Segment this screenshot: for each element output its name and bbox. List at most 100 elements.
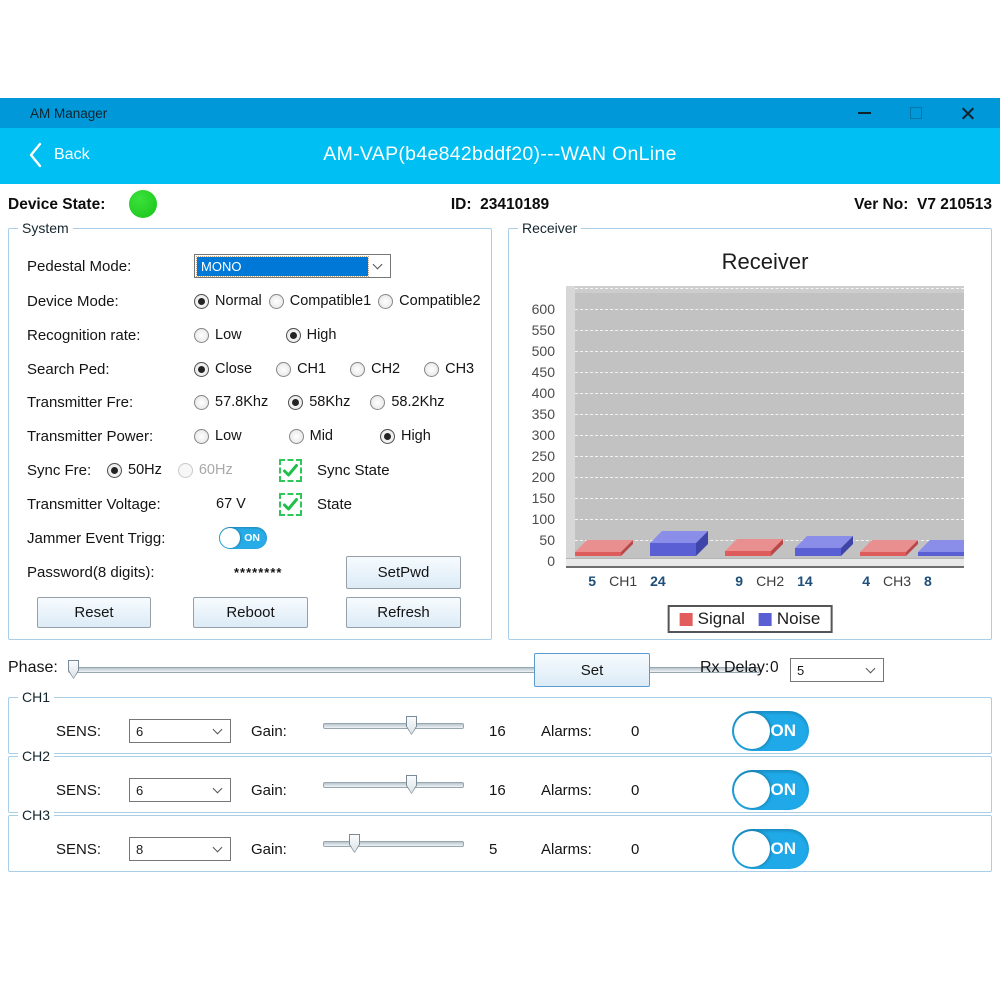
phase-label: Phase: [8,659,58,677]
radio-icon [288,395,303,410]
transmitter-fre-label: Transmitter Fre: [27,394,194,411]
radio-icon [194,429,209,444]
jammer-label: Jammer Event Trigg: [27,530,194,547]
slider-track[interactable] [68,667,760,673]
rx-delay-select[interactable]: 5 [790,658,884,682]
radio-label: 58.2Khz [391,394,444,410]
radio-label: CH3 [445,361,474,377]
refresh-button[interactable]: Refresh [346,597,461,628]
recognition-rate-label: Recognition rate: [27,327,194,344]
gain-slider-thumb-ch2[interactable] [406,775,417,794]
radio-option-close[interactable]: Close [194,361,252,377]
toggle-label: ON [771,770,797,810]
sync-fre-label: Sync Fre: [27,462,107,479]
channel-group-ch1: CH1SENS:6Gain:16Alarms:0ON [8,697,992,754]
radio-label: Close [215,361,252,377]
sync-fre-radios: 50Hz 60Hz [107,462,233,478]
radio-option-60hz: 60Hz [178,462,233,478]
toggle-knob [734,772,770,808]
jammer-toggle[interactable]: ON [219,527,267,549]
set-button[interactable]: Set [534,653,650,687]
maximize-button[interactable] [890,98,942,128]
sens-label: SENS: [56,782,101,799]
sync-state-checkbox[interactable] [279,459,302,482]
gridline-250 [575,456,964,457]
thumb-face [407,717,416,734]
channel-toggle-ch1[interactable]: ON [732,711,809,751]
radio-label: High [307,327,337,343]
radio-option-low[interactable]: Low [194,428,242,444]
sens-select-ch2[interactable]: 6 [129,778,231,802]
radio-icon [378,294,393,309]
state-checkbox[interactable] [279,493,302,516]
radio-icon [194,362,209,377]
radio-option-mid[interactable]: Mid [289,428,333,444]
reboot-button[interactable]: Reboot [193,597,308,628]
setpwd-button[interactable]: SetPwd [346,556,461,589]
radio-icon [350,362,365,377]
system-group-label: System [18,220,73,236]
recognition-rate-row: Recognition rate: Low High [27,322,481,348]
radio-icon [424,362,439,377]
toggle-label: ON [771,829,797,869]
sens-select-ch3[interactable]: 8 [129,837,231,861]
reset-button[interactable]: Reset [37,597,151,628]
status-row: Device State: ID: 23410189 Ver No: V7 21… [0,186,1000,228]
ytick-500: 500 [515,343,555,359]
phase-value: 0 [770,659,779,677]
transmitter-fre-radios: 57.8Khz 58Khz 58.2Khz [194,394,445,410]
chart-title: Receiver [566,249,964,275]
alarms-value-ch2: 0 [631,782,639,799]
alarms-label: Alarms: [541,782,592,799]
chevron-down-icon [866,664,876,674]
radio-option-normal[interactable]: Normal [194,293,262,309]
phase-slider[interactable] [68,660,760,679]
radio-option-compatible1[interactable]: Compatible1 [269,293,371,309]
chevron-down-icon [213,725,223,735]
radio-icon [194,328,209,343]
gain-slider-ch2[interactable] [323,775,464,794]
radio-option-57-8khz[interactable]: 57.8Khz [194,394,268,410]
radio-option-ch3[interactable]: CH3 [424,361,474,377]
minimize-button[interactable] [838,98,890,128]
radio-option-low[interactable]: Low [194,327,242,343]
slider-track[interactable] [323,723,464,729]
recognition-rate-radios: Low High [194,327,336,343]
id-label: ID: [451,196,472,213]
radio-option-high[interactable]: High [380,428,431,444]
transmitter-voltage-value: 67 V [216,496,246,512]
radio-option-50hz[interactable]: 50Hz [107,462,162,478]
version: Ver No: V7 210513 [854,196,992,214]
window-title: AM Manager [30,106,107,121]
radio-option-58-2khz[interactable]: 58.2Khz [370,394,444,410]
slider-track[interactable] [323,782,464,788]
channel-toggle-ch2[interactable]: ON [732,770,809,810]
radio-label: Compatible2 [399,293,480,309]
gain-slider-ch1[interactable] [323,716,464,735]
title-bar: AM Manager [0,98,1000,128]
radio-label: CH1 [297,361,326,377]
bar-noise-ch3 [918,540,964,561]
radio-icon [107,463,122,478]
channel-toggle-ch3[interactable]: ON [732,829,809,869]
radio-option-compatible2[interactable]: Compatible2 [378,293,480,309]
thumb-face [350,835,359,852]
radio-option-ch1[interactable]: CH1 [276,361,326,377]
gain-slider-thumb-ch1[interactable] [406,716,417,735]
pedestal-mode-select[interactable]: MONO [194,254,391,278]
radio-option-high[interactable]: High [286,327,337,343]
ytick-100: 100 [515,511,555,527]
radio-option-58khz[interactable]: 58Khz [288,394,350,410]
signal-value-ch3: 4 [862,573,870,589]
sens-select-ch1[interactable]: 6 [129,719,231,743]
gain-slider-ch3[interactable] [323,834,464,853]
chevron-down-icon [213,784,223,794]
id-value: 23410189 [480,196,549,213]
close-button[interactable] [942,98,994,128]
radio-option-ch2[interactable]: CH2 [350,361,400,377]
gain-slider-thumb-ch3[interactable] [349,834,360,853]
legend-item-noise: Noise [759,609,820,629]
phase-slider-thumb[interactable] [68,660,79,679]
slider-track[interactable] [323,841,464,847]
channel-inner-ch1: SENS:6Gain:16Alarms:0ON [9,698,991,753]
